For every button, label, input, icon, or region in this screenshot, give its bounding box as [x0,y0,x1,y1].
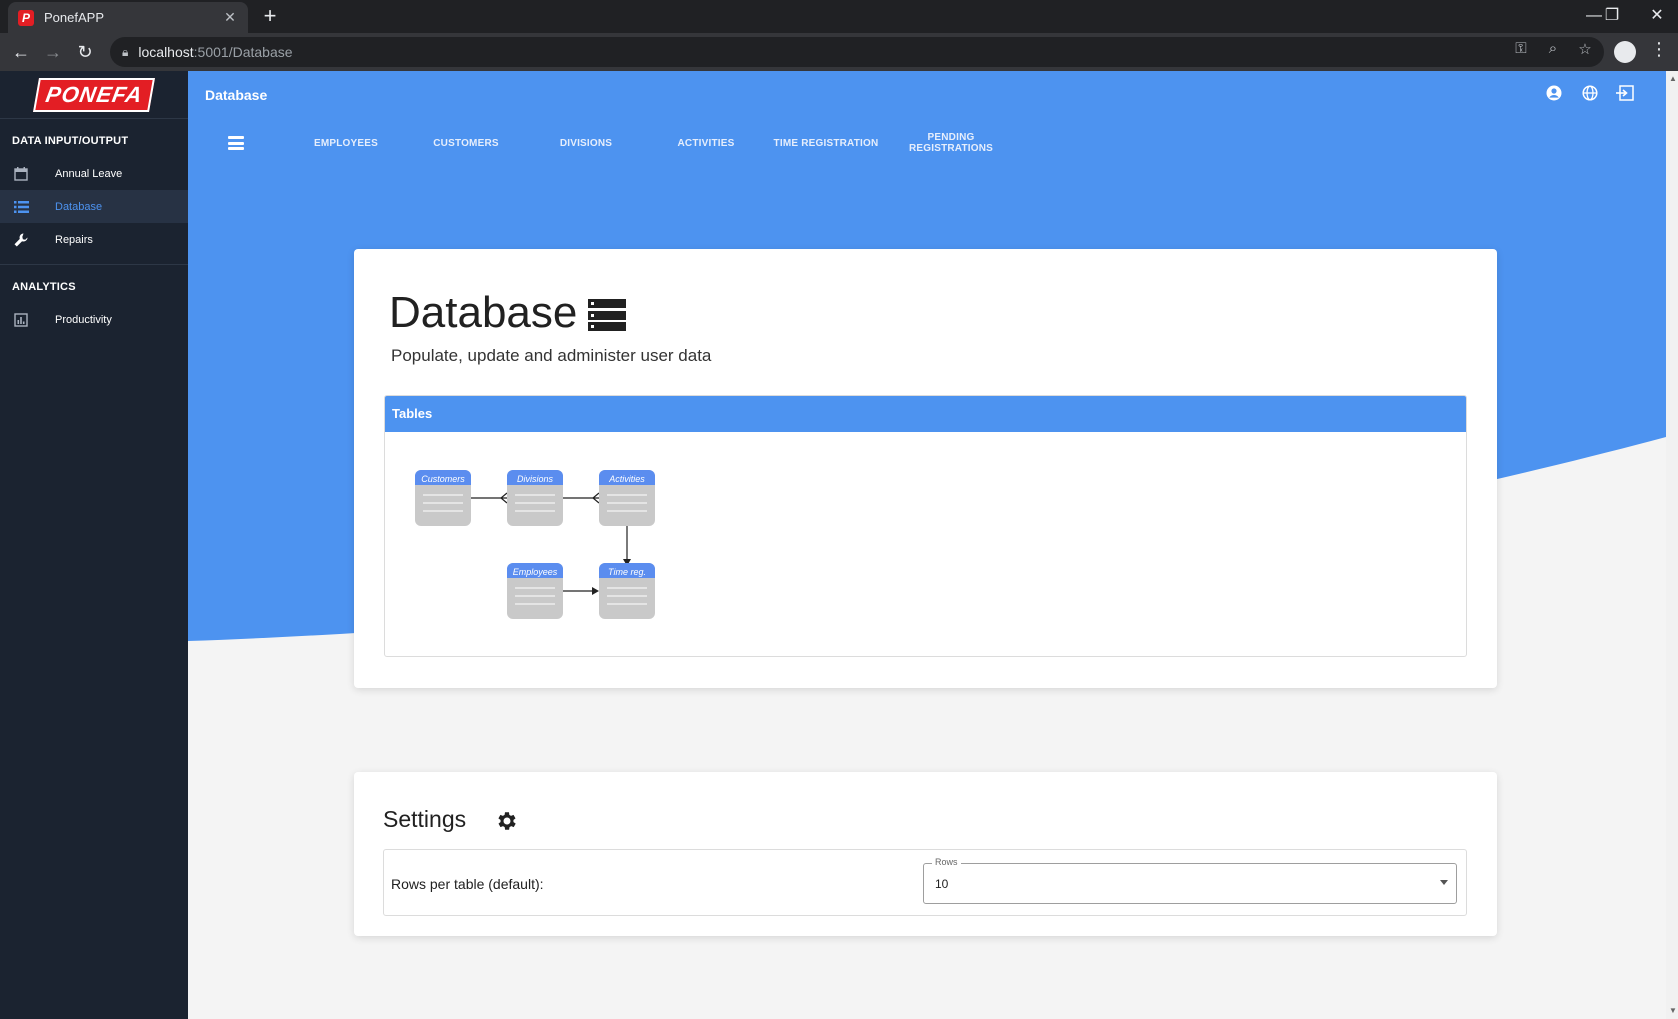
settings-card: Settings Rows per table (default): Rows … [354,772,1497,936]
database-title: Database [389,288,578,337]
calendar-icon [13,166,29,182]
top-navigation-tabs: EMPLOYEES CUSTOMERS DIVISIONS ACTIVITIES… [228,129,1016,157]
database-card: Database Populate, update and administer… [354,249,1497,688]
arrow-timereg-left [592,587,599,595]
rows-value: 10 [935,877,949,891]
tab-title: PonefAPP [44,10,104,25]
browser-titlebar: P PonefAPP ✕ + — ❐ ✕ [0,0,1678,33]
node-label: Employees [513,567,558,577]
sidebar-section-analytics: ANALYTICS [12,281,76,293]
node-divisions: Divisions [507,470,563,526]
database-icon [588,299,626,331]
address-bar[interactable]: 🔒︎ localhost:5001/Database [110,37,1604,67]
sidebar-section-data-io: DATA INPUT/OUTPUT [12,135,129,147]
chevron-down-icon [1440,880,1448,885]
scroll-down-icon[interactable]: ▼ [1669,1006,1677,1015]
sidebar-item-label: Repairs [55,233,93,246]
page-scrollbar[interactable] [1666,71,1678,1019]
forward-icon[interactable]: → [41,40,65,64]
ponefa-favicon-icon: P [18,9,34,26]
tab-time-registration[interactable]: TIME REGISTRATION [766,138,886,149]
tables-diagram: Customers Divisions Activities Employees… [415,470,655,619]
url-host: localhost [138,44,194,60]
tab-pending-registrations[interactable]: PENDING REGISTRATIONS [886,132,1016,154]
restore-button[interactable]: ❐ [1600,4,1624,28]
star-icon[interactable]: ☆ [1575,40,1595,58]
browser-tab[interactable]: P PonefAPP ✕ [8,2,248,33]
lock-icon: 🔒︎ [122,44,129,59]
node-label: Time reg. [608,567,646,577]
sidebar: PONEFA DATA INPUT/OUTPUT Annual Leave Da… [0,71,188,1019]
browser-toolbar: ← → ↻ 🔒︎ localhost:5001/Database ⚿ ⌕ ☆ ⋮ [0,33,1678,71]
settings-title: Settings [383,806,467,832]
tab-divisions[interactable]: DIVISIONS [526,138,646,149]
main-content: Database EMPLOYEES CUSTOMERS DIVISIONS A… [188,71,1666,1019]
rows-per-table-label: Rows per table (default): [391,876,544,892]
globe-icon[interactable] [1580,85,1600,105]
back-icon[interactable]: ← [9,40,33,64]
gear-icon [498,812,516,830]
page-title: Database [205,87,268,103]
database-subtitle: Populate, update and administer user dat… [391,346,712,365]
account-icon[interactable] [1544,85,1564,105]
logo[interactable]: PONEFA [0,71,188,119]
sidebar-item-label: Database [55,200,103,213]
profile-icon[interactable] [1614,41,1636,63]
new-tab-button[interactable]: + [258,5,282,29]
tables-panel: Tables Customers Divisions Activities Em… [384,395,1467,657]
tab-employees[interactable]: EMPLOYEES [286,138,406,149]
tables-header: Tables [385,396,1466,432]
browser-menu-icon[interactable]: ⋮ [1650,39,1668,60]
url-path: :5001/Database [193,44,293,60]
node-time-reg: Time reg. [599,563,655,619]
zoom-icon[interactable]: ⌕ [1543,40,1563,57]
sidebar-item-repairs[interactable]: Repairs [0,223,188,256]
sidebar-item-annual-leave[interactable]: Annual Leave [0,157,188,190]
list-icon [13,199,29,215]
node-label: Customers [421,474,465,484]
list-icon[interactable] [228,136,244,150]
tab-activities[interactable]: ACTIVITIES [646,138,766,149]
tab-close-icon[interactable]: ✕ [222,9,238,26]
scroll-up-icon[interactable]: ▲ [1669,74,1677,83]
tab-customers[interactable]: CUSTOMERS [406,138,526,149]
node-label: Divisions [517,474,554,484]
node-employees: Employees [507,563,563,619]
chart-icon [13,312,29,328]
settings-panel: Rows per table (default): Rows 10 [383,849,1467,916]
logout-icon[interactable] [1615,85,1635,105]
sidebar-item-label: Productivity [55,313,112,326]
rows-legend: Rows [932,857,961,867]
sidebar-item-productivity[interactable]: Productivity [0,303,188,336]
sidebar-item-database[interactable]: Database [0,190,188,223]
reload-icon[interactable]: ↻ [73,40,97,64]
node-customers: Customers [415,470,471,526]
rows-select[interactable]: Rows 10 [923,857,1457,904]
node-label: Activities [608,474,645,484]
sidebar-item-label: Annual Leave [55,167,123,180]
close-window-button[interactable]: ✕ [1645,4,1669,28]
wrench-icon [13,232,29,248]
node-activities: Activities [599,470,655,526]
ponefa-logo: PONEFA [32,77,156,112]
key-icon[interactable]: ⚿ [1511,40,1531,57]
